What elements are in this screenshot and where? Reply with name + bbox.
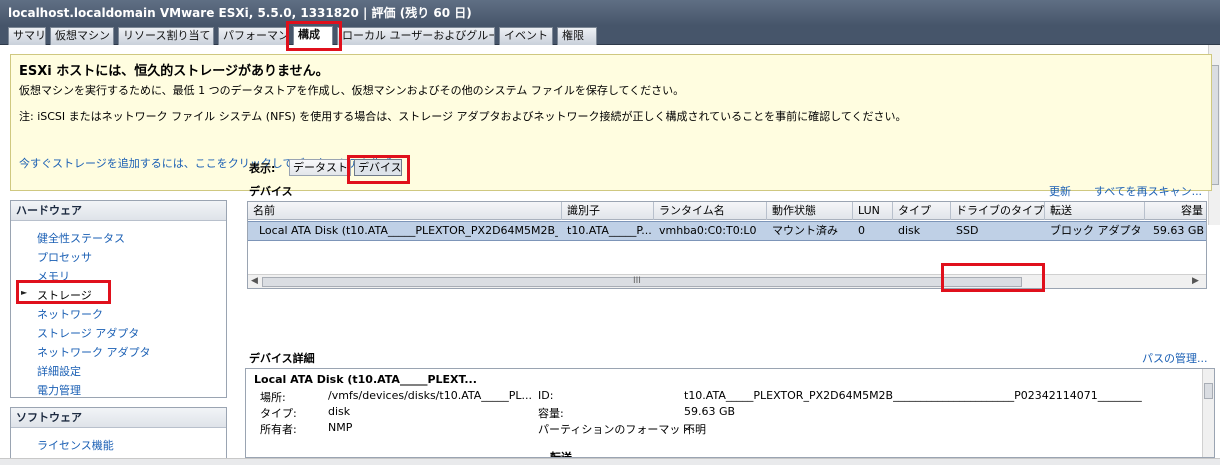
rescan-all-link[interactable]: すべてを再スキャン... [1094,183,1202,199]
devices-horizontal-scrollbar[interactable]: ◀ III ▶ [248,274,1206,288]
software-panel: ソフトウェア ライセンス機能 [10,407,227,465]
device-identifier-cell: t10.ATA_____P... [567,224,652,237]
refresh-link[interactable]: 更新 [1049,183,1071,199]
scroll-right-icon[interactable]: ▶ [1192,276,1199,286]
devices-table: 名前 識別子 ランタイム名 動作状態 LUN タイプ ドライブのタイプ 転送 容… [247,201,1207,289]
detail-capacity-label: 容量: [538,407,564,420]
col-transport[interactable]: 転送 [1045,202,1145,220]
detail-capacity-value: 59.63 GB [684,405,736,418]
selected-arrow-icon: ► [21,288,28,297]
detail-type-value: disk [328,405,351,418]
device-state-cell: マウント済み [772,224,838,237]
device-capacity-cell: 59.63 GB [1152,224,1204,237]
nav-licensed-features[interactable]: ライセンス機能 [37,437,114,453]
hardware-header: ハードウェア [11,201,226,221]
view-devices-button[interactable]: デバイス [354,159,402,176]
nav-processors[interactable]: プロセッサ [37,249,92,265]
detail-device-name: Local ATA Disk (t10.ATA_____PLEXT... [254,373,477,386]
tab-permissions[interactable]: 権限 [557,27,597,45]
tab-virtual-machines[interactable]: 仮想マシン [50,27,114,45]
detail-owner-value: NMP [328,421,353,434]
device-name-cell: Local ATA Disk (t10.ATA_____PLEXTOR_PX2D… [259,224,558,237]
detail-type-label: タイプ: [260,407,297,420]
detail-id-value: t10.ATA_____PLEXTOR_PX2D64M5M2B_________… [684,389,1142,402]
nav-power-management[interactable]: 電力管理 [37,382,81,398]
device-details-title: デバイス詳細 [249,352,315,365]
detail-location-value: /vmfs/devices/disks/t10.ATA_____PL... [328,389,533,402]
tab-events[interactable]: イベント [499,27,553,45]
tab-performance[interactable]: パフォーマンス [218,27,288,45]
configuration-pane: ESXi ホストには、恒久的ストレージがありません。 仮想マシンを実行するために… [0,45,1220,465]
tab-resource-allocation[interactable]: リソース割り当て [118,27,214,45]
scroll-left-icon[interactable]: ◀ [251,276,258,286]
scroll-grip: III [633,276,641,286]
device-details-panel: Local ATA Disk (t10.ATA_____PLEXT... 場所:… [245,368,1215,458]
nav-networking[interactable]: ネットワーク [37,306,103,322]
detail-partition-value: 不明 [684,423,706,436]
detail-owner-label: 所有者: [260,423,297,436]
tab-bar: サマリ 仮想マシン リソース割り当て パフォーマンス 構成 ローカル ユーザーお… [0,26,1220,45]
nav-storage-adapters[interactable]: ストレージ アダプタ [37,325,139,341]
col-lun[interactable]: LUN [853,202,893,220]
col-identifier[interactable]: 識別子 [562,202,654,220]
warning-title: ESXi ホストには、恒久的ストレージがありません。 [19,64,329,79]
tab-summary[interactable]: サマリ [8,27,46,45]
device-runtime-cell: vmhba0:C0:T0:L0 [659,224,757,237]
tab-configuration[interactable]: 構成 [293,26,333,45]
col-drive-type[interactable]: ドライブのタイプ [951,202,1045,220]
col-name[interactable]: 名前 [248,202,562,220]
detail-location-label: 場所: [260,391,286,404]
warning-text: 仮想マシンを実行するために、最低 1 つのデータストアを作成し、仮想マシンおよび… [19,84,685,97]
window-title: localhost.localdomain VMware ESXi, 5.5.0… [0,0,1220,26]
nav-storage[interactable]: ストレージ [37,287,92,303]
detail-partition-label: パーティションのフォーマット: [538,423,696,436]
nav-advanced-settings[interactable]: 詳細設定 [37,363,81,379]
device-lun-cell: 0 [858,224,865,237]
warning-note: 注: iSCSI またはネットワーク ファイル システム (NFS) を使用する… [19,110,907,123]
device-transport-cell: ブロック アダプタ [1050,224,1142,237]
col-capacity[interactable]: 容量 [1145,202,1206,220]
col-operational-state[interactable]: 動作状態 [767,202,853,220]
nav-network-adapters[interactable]: ネットワーク アダプタ [37,344,151,360]
nav-memory[interactable]: メモリ [37,268,70,284]
software-header: ソフトウェア [11,408,226,428]
col-runtime-name[interactable]: ランタイム名 [654,202,767,220]
devices-table-header: 名前 識別子 ランタイム名 動作状態 LUN タイプ ドライブのタイプ 転送 容… [248,202,1206,220]
device-type-cell: disk [898,224,921,237]
detail-id-label: ID: [538,389,554,402]
manage-paths-link[interactable]: パスの管理... [1142,350,1208,366]
page-horizontal-scrollbar[interactable] [0,458,1220,465]
no-storage-warning: ESXi ホストには、恒久的ストレージがありません。 仮想マシンを実行するために… [10,54,1212,191]
detail-transport-label: 転送 [550,451,572,458]
hardware-panel: ハードウェア 健全性ステータス プロセッサ メモリ ► ストレージ ネットワーク… [10,200,227,398]
details-scrollbar[interactable] [1202,369,1214,457]
col-type[interactable]: タイプ [893,202,951,220]
device-drive-type-cell: SSD [956,224,979,237]
table-row[interactable]: Local ATA Disk (t10.ATA_____PLEXTOR_PX2D… [248,221,1206,241]
tab-local-users-groups[interactable]: ローカル ユーザーおよびグループ [337,27,495,45]
devices-scroll-thumb[interactable]: III [262,276,1022,287]
view-datastores-button[interactable]: データストア [289,159,351,176]
nav-health-status[interactable]: 健全性ステータス [37,230,125,246]
details-scroll-thumb[interactable] [1204,383,1213,399]
devices-title: デバイス [249,185,293,198]
view-label: 表示: [249,162,276,175]
